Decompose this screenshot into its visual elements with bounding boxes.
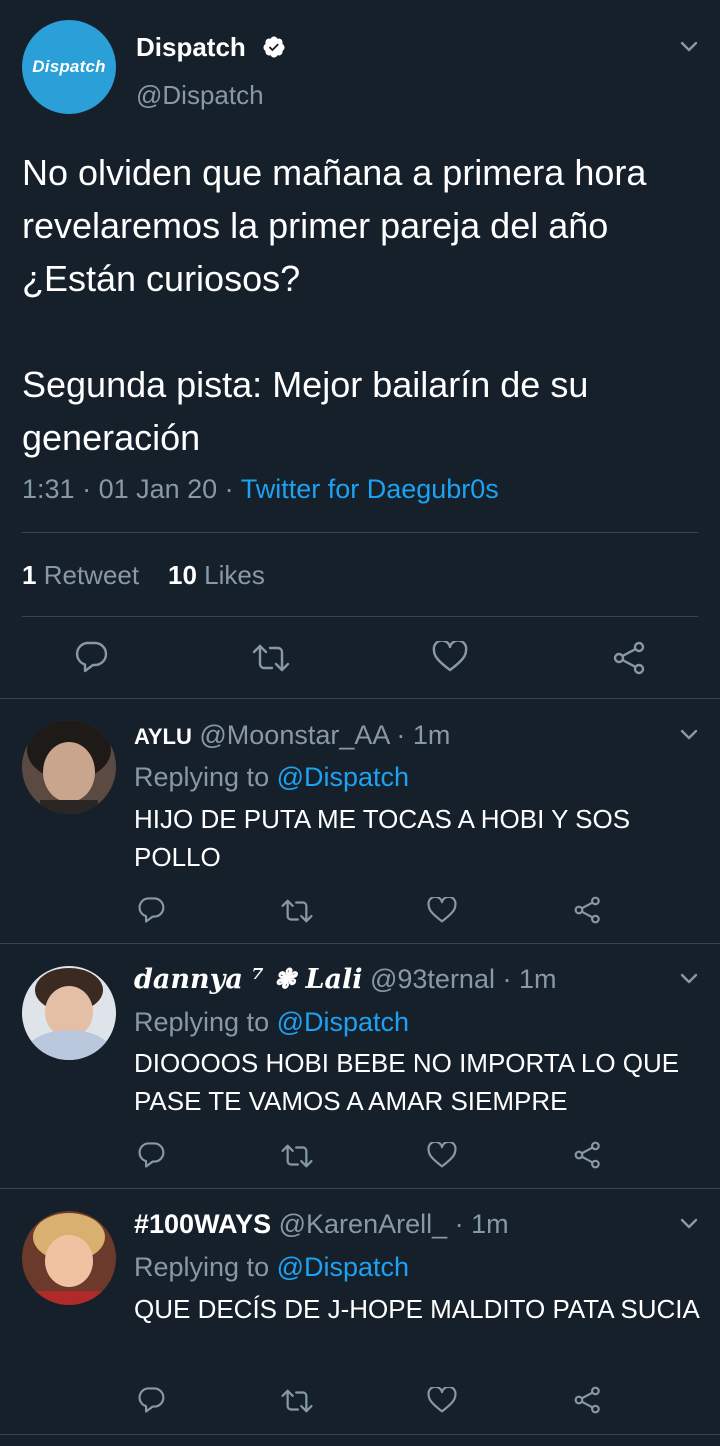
like-icon [427, 1142, 457, 1168]
retweet-icon [281, 1389, 313, 1413]
tweet-paragraph-2: Segunda pista: Mejor bailarín de su gene… [22, 364, 589, 458]
avatar[interactable] [22, 720, 116, 814]
retweet-button[interactable] [280, 1387, 314, 1415]
reply-icon [138, 1387, 165, 1413]
reply-button[interactable] [73, 640, 109, 674]
like-button[interactable] [427, 1387, 457, 1414]
chevron-down-icon[interactable] [678, 36, 700, 58]
divider [0, 698, 720, 699]
reply-author-line: dannya ⁷ ❃ Lali @93ternal · 1m [134, 964, 557, 995]
like-icon [427, 897, 457, 923]
tweet-stats: 1 Retweet 10 Likes [22, 560, 265, 591]
retweet-label: Retweet [43, 560, 140, 590]
reply-author-name[interactable]: #100WAYS [134, 1209, 271, 1239]
replying-prefix: Replying to [134, 1007, 270, 1037]
reply-author-handle[interactable]: @KarenArell_ [279, 1209, 448, 1239]
divider [0, 1434, 720, 1435]
retweet-button[interactable] [280, 897, 314, 925]
tweet-date: 01 Jan 20 [98, 474, 218, 504]
likes-count: 10 [168, 560, 197, 590]
reply-button[interactable] [136, 1386, 166, 1414]
share-icon [574, 896, 600, 924]
likes-label: Likes [204, 560, 265, 590]
divider [22, 532, 698, 533]
retweet-stat[interactable]: 1 Retweet [22, 560, 139, 590]
retweet-button[interactable] [280, 1142, 314, 1170]
tweet-text: No olviden que mañana a primera hora rev… [22, 146, 702, 464]
like-button[interactable] [427, 1142, 457, 1169]
avatar[interactable] [22, 966, 116, 1060]
reply-author-handle[interactable]: @Moonstar_AA [199, 720, 389, 750]
share-button[interactable] [573, 1386, 603, 1414]
reply-time: 1m [518, 964, 557, 994]
reply-author-line: #100WAYS @KarenArell_ · 1m [134, 1209, 509, 1239]
retweet-icon [281, 1144, 313, 1168]
reply-text: QUE DECÍS DE J-HOPE MALDITO PATA SUCIA [134, 1294, 700, 1324]
tweet-paragraph-1: No olviden que mañana a primera hora rev… [22, 152, 647, 299]
like-icon [432, 641, 468, 672]
replying-prefix: Replying to [134, 762, 270, 792]
like-button[interactable] [427, 897, 457, 924]
reply-author-line: AYLU @Moonstar_AA · 1m [134, 720, 451, 750]
replying-to: Replying to @Dispatch [134, 1007, 409, 1038]
reply-author-handle[interactable]: @93ternal [370, 964, 495, 994]
avatar[interactable] [22, 1211, 116, 1305]
divider [0, 943, 720, 944]
reply-button[interactable] [136, 1141, 166, 1169]
divider [0, 1188, 720, 1189]
retweet-count: 1 [22, 560, 37, 590]
replying-to-link[interactable]: @Dispatch [277, 1252, 409, 1282]
share-icon [613, 641, 645, 675]
reply-author-name[interactable]: AYLU [134, 724, 192, 749]
reply-time: 1m [412, 720, 451, 750]
chevron-down-icon[interactable] [678, 1213, 700, 1235]
reply-icon [75, 641, 108, 673]
verified-icon [262, 35, 286, 59]
replying-to: Replying to @Dispatch [134, 1252, 409, 1283]
tweet-meta: 1:31 · 01 Jan 20 · Twitter for Daegubr0s [22, 474, 499, 504]
chevron-down-icon[interactable] [678, 724, 700, 746]
like-icon [427, 1387, 457, 1413]
replying-to: Replying to @Dispatch [134, 762, 409, 793]
chevron-down-icon[interactable] [678, 968, 700, 990]
avatar-logo-text: Dispatch [32, 57, 106, 76]
author-handle[interactable]: @Dispatch [136, 80, 264, 111]
share-icon [574, 1141, 600, 1169]
reply-time: 1m [471, 1209, 509, 1239]
share-button[interactable] [612, 641, 648, 675]
retweet-button[interactable] [251, 642, 291, 674]
retweet-icon [252, 644, 290, 672]
reply-icon [138, 1142, 165, 1168]
reply-author-name[interactable]: dannya ⁷ ❃ Lali [134, 964, 362, 995]
divider [22, 616, 698, 617]
reply-text: HIJO DE PUTA ME TOCAS A HOBI Y SOS POLLO [134, 804, 631, 872]
reply-icon [138, 897, 165, 923]
like-button[interactable] [432, 641, 468, 673]
author-name[interactable]: Dispatch [136, 32, 246, 63]
share-button[interactable] [573, 1141, 603, 1169]
tweet-source[interactable]: Twitter for Daegubr0s [241, 474, 499, 504]
share-icon [574, 1386, 600, 1414]
replying-to-link[interactable]: @Dispatch [277, 1007, 409, 1037]
share-button[interactable] [573, 896, 603, 924]
reply-button[interactable] [136, 896, 166, 924]
tweet-time: 1:31 [22, 474, 75, 504]
replying-prefix: Replying to [134, 1252, 270, 1282]
replying-to-link[interactable]: @Dispatch [277, 762, 409, 792]
reply-text: DIOOOOS HOBI BEBE NO IMPORTA LO QUE PASE… [134, 1048, 680, 1116]
dispatch-avatar[interactable]: Dispatch [22, 20, 116, 114]
likes-stat[interactable]: 10 Likes [168, 560, 265, 590]
retweet-icon [281, 899, 313, 923]
